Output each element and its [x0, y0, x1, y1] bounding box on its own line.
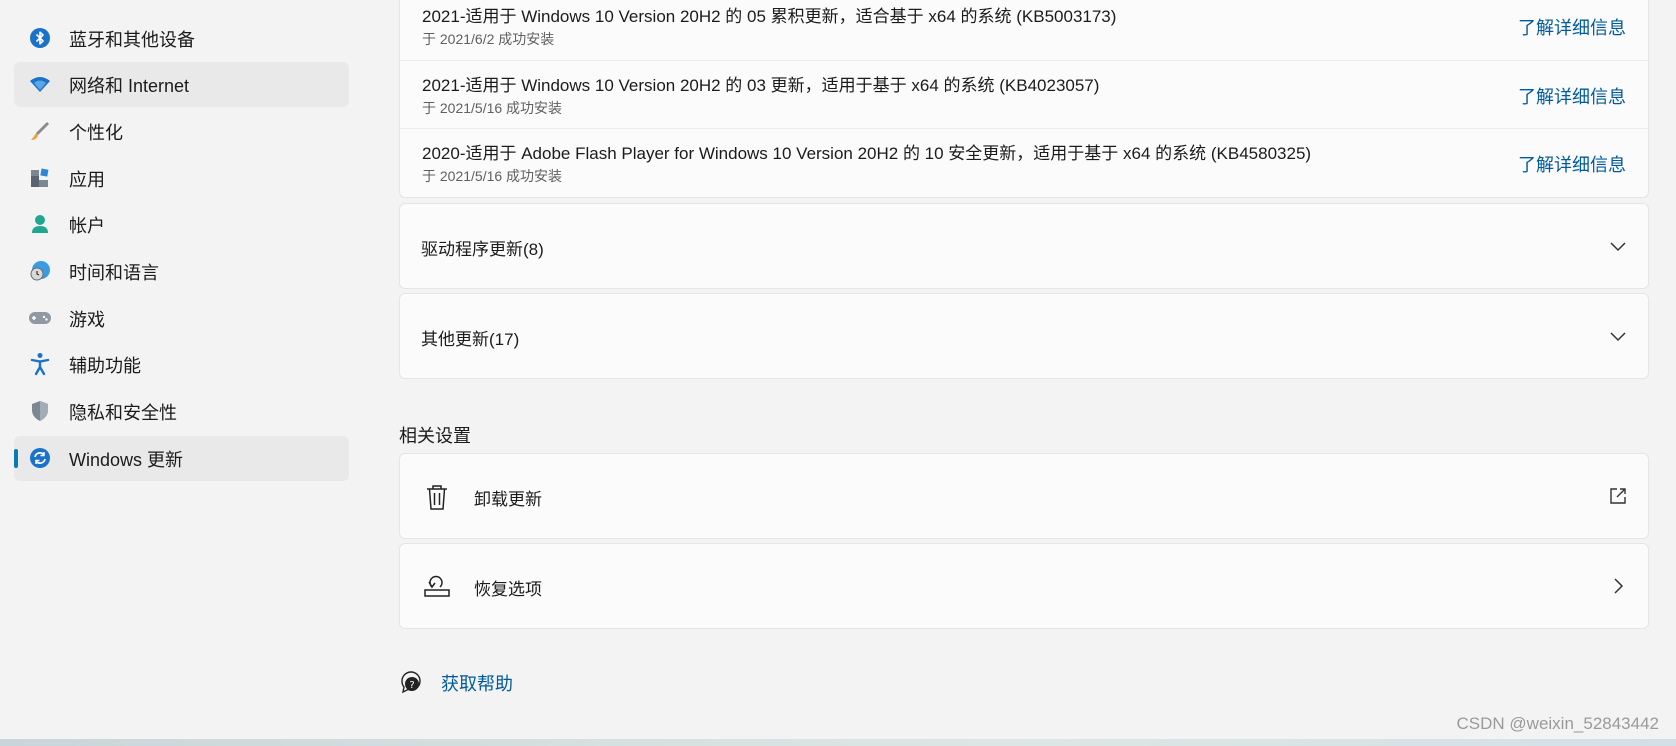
wifi-icon: [28, 72, 52, 96]
other-updates-expander[interactable]: 其他更新(17): [399, 293, 1649, 379]
svg-text:?: ?: [409, 680, 414, 691]
update-install-date: 于 2021/5/16 成功安装: [422, 168, 563, 184]
settings-sidebar: 蓝牙和其他设备 网络和 Internet 个性化 应用 帐户 时间和语言 游戏 …: [0, 0, 360, 746]
sidebar-item-label: 应用: [69, 169, 105, 190]
sidebar-item-label: 时间和语言: [69, 262, 159, 283]
learn-more-link[interactable]: 了解详细信息: [1518, 14, 1626, 40]
update-row: 2021-适用于 Windows 10 Version 20H2 的 03 更新…: [400, 60, 1648, 129]
watermark: CSDN @weixin_52843442: [1456, 714, 1659, 733]
shield-icon: [28, 399, 52, 423]
update-title: 2020-适用于 Adobe Flash Player for Windows …: [422, 144, 1312, 163]
sidebar-item-apps[interactable]: 应用: [14, 156, 349, 201]
brush-icon: [28, 119, 52, 143]
sidebar-item-privacy[interactable]: 隐私和安全性: [14, 389, 349, 434]
recovery-options-label: 恢复选项: [474, 580, 542, 599]
sidebar-item-gaming[interactable]: 游戏: [14, 296, 349, 341]
update-install-date: 于 2021/6/2 成功安装: [422, 31, 555, 47]
update-title: 2021-适用于 Windows 10 Version 20H2 的 05 累积…: [422, 7, 1117, 26]
sidebar-item-label: 帐户: [69, 215, 105, 236]
sidebar-item-accessibility[interactable]: 辅助功能: [14, 342, 349, 387]
sidebar-item-personalization[interactable]: 个性化: [14, 109, 349, 154]
quality-updates-list: 2021-适用于 Windows 10 Version 20H2 的 05 累积…: [399, 0, 1649, 198]
sidebar-item-label: 隐私和安全性: [69, 402, 177, 423]
update-row: 2021-适用于 Windows 10 Version 20H2 的 05 累积…: [400, 0, 1648, 60]
sidebar-item-label: 辅助功能: [69, 355, 141, 376]
sidebar-item-label: 个性化: [69, 122, 123, 143]
sidebar-item-bluetooth[interactable]: 蓝牙和其他设备: [14, 16, 349, 61]
update-history-panel: 2021-适用于 Windows 10 Version 20H2 的 05 累积…: [399, 0, 1649, 746]
selection-indicator: [14, 449, 18, 468]
sidebar-item-label: Windows 更新: [69, 449, 184, 470]
other-updates-label: 其他更新(17): [421, 330, 520, 349]
taskbar-edge: [0, 739, 1676, 746]
learn-more-link[interactable]: 了解详细信息: [1518, 83, 1626, 109]
sidebar-item-label: 网络和 Internet: [69, 75, 190, 96]
windows-update-icon: [28, 446, 52, 470]
chevron-right-icon: [1614, 578, 1624, 594]
trash-icon: [427, 485, 447, 510]
external-link-icon: [1610, 488, 1626, 504]
get-help-link[interactable]: ? 获取帮助: [399, 670, 513, 696]
sidebar-item-label: 游戏: [69, 309, 105, 330]
gamepad-icon: [28, 306, 52, 330]
bluetooth-icon: [28, 26, 52, 50]
update-install-date: 于 2021/5/16 成功安装: [422, 100, 563, 116]
sidebar-item-network[interactable]: 网络和 Internet: [14, 62, 349, 107]
uninstall-updates-button[interactable]: 卸载更新: [399, 453, 1649, 539]
sidebar-item-time-language[interactable]: 时间和语言: [14, 249, 349, 294]
uninstall-updates-label: 卸载更新: [474, 490, 542, 509]
chevron-down-icon: [1610, 242, 1626, 252]
update-row: 2020-适用于 Adobe Flash Player for Windows …: [400, 128, 1648, 197]
help-icon: ?: [401, 671, 421, 694]
learn-more-link[interactable]: 了解详细信息: [1518, 151, 1626, 177]
account-icon: [28, 212, 52, 236]
related-settings-heading: 相关设置: [399, 426, 471, 446]
globe-clock-icon: [28, 259, 52, 283]
sidebar-item-accounts[interactable]: 帐户: [14, 202, 349, 247]
sidebar-item-windows-update[interactable]: Windows 更新: [14, 436, 349, 481]
apps-icon: [28, 166, 52, 190]
update-title: 2021-适用于 Windows 10 Version 20H2 的 03 更新…: [422, 76, 1100, 95]
get-help-label: 获取帮助: [441, 674, 513, 694]
sidebar-item-label: 蓝牙和其他设备: [69, 29, 195, 50]
driver-updates-expander[interactable]: 驱动程序更新(8): [399, 203, 1649, 289]
recovery-icon: [424, 575, 450, 597]
recovery-options-button[interactable]: 恢复选项: [399, 543, 1649, 629]
accessibility-icon: [28, 352, 52, 376]
driver-updates-label: 驱动程序更新(8): [421, 240, 544, 259]
chevron-down-icon: [1610, 332, 1626, 342]
